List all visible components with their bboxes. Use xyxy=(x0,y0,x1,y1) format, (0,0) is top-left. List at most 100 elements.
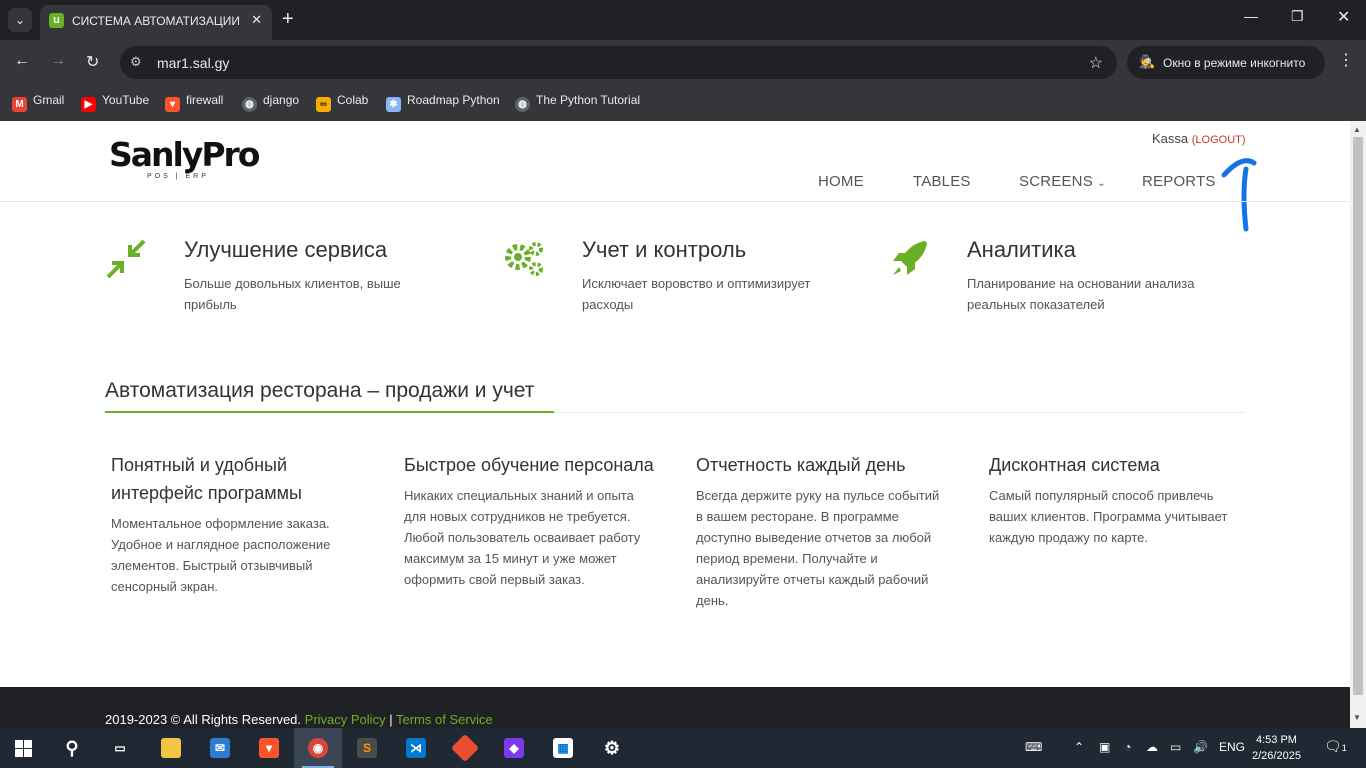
bookmark-roadmap-python[interactable]: ✱ Roadmap Python xyxy=(386,93,500,112)
gears-icon xyxy=(505,242,543,276)
reload-icon[interactable]: ↻ xyxy=(86,52,99,72)
section-title: Автоматизация ресторана – продажи и учет xyxy=(105,379,535,402)
bookmark-firewall[interactable]: ▾ firewall xyxy=(165,93,223,112)
user-area: Kassa (LOGOUT) xyxy=(1152,131,1246,146)
incognito-indicator[interactable]: 🕵 Окно в режиме инкогнито xyxy=(1127,46,1325,79)
back-icon[interactable]: ← xyxy=(14,52,30,70)
chrome-icon: ◉ xyxy=(308,738,328,758)
clock[interactable]: 4:53 PM 2/26/2025 xyxy=(1252,732,1301,764)
nav-screens[interactable]: SCREENS ⌄ xyxy=(1019,173,1106,190)
notification-icon[interactable]: 🗨1 xyxy=(1324,738,1347,755)
page-scrollbar[interactable]: ▲ ▼ xyxy=(1350,121,1366,728)
compress-arrows-icon xyxy=(106,239,146,279)
incognito-icon: 🕵 xyxy=(1139,54,1156,69)
taskbar-sublime[interactable]: S xyxy=(343,728,391,768)
task-view-icon: ▭ xyxy=(114,741,126,755)
info-column: Отчетность каждый день Всегда держите ру… xyxy=(696,451,946,611)
taskbar-store[interactable]: ▦ xyxy=(539,728,587,768)
youtube-icon: ▶ xyxy=(81,97,96,112)
site-logo[interactable]: SanlyPro POS | ERP xyxy=(109,135,260,180)
bookmark-star-icon[interactable]: ☆ xyxy=(1089,53,1103,73)
taskbar-obsidian[interactable]: ◆ xyxy=(490,728,538,768)
scroll-down-icon[interactable]: ▼ xyxy=(1353,713,1361,722)
bookmark-label: django xyxy=(263,93,300,107)
taskbar-file-explorer[interactable] xyxy=(147,728,195,768)
nav-reports[interactable]: REPORTS xyxy=(1142,173,1216,190)
close-tab-icon[interactable]: ✕ xyxy=(251,12,262,28)
bookmark-youtube[interactable]: ▶ YouTube xyxy=(81,93,150,112)
bookmarks-bar: M Gmail ▶ YouTube ▾ firewall ◍ django ∞ Colab… xyxy=(0,84,1366,121)
tray-app-icon[interactable]: ▣ xyxy=(1099,740,1110,754)
column-description: Никаких специальных знаний и опыта для н… xyxy=(404,488,641,587)
browser-menu-icon[interactable]: ⋮ xyxy=(1338,50,1354,70)
obsidian-icon: ◆ xyxy=(504,738,524,758)
minimize-icon[interactable]: — xyxy=(1244,8,1258,24)
url-text: mar1.sal.gy xyxy=(157,55,230,71)
new-tab-button[interactable]: + xyxy=(282,8,294,30)
scroll-up-icon[interactable]: ▲ xyxy=(1353,125,1361,134)
taskbar-mail[interactable]: ✉ xyxy=(196,728,244,768)
terms-of-service-link[interactable]: Terms of Service xyxy=(396,712,493,727)
sublime-icon: S xyxy=(357,738,377,758)
feature-description: Исключает воровство и оптимизирует расхо… xyxy=(582,276,811,312)
windows-logo-icon xyxy=(15,740,32,757)
incognito-label: Окно в режиме инкогнито xyxy=(1163,56,1306,70)
bookmark-colab[interactable]: ∞ Colab xyxy=(316,93,368,112)
language-indicator[interactable]: ENG xyxy=(1219,740,1245,754)
scrollbar-thumb[interactable] xyxy=(1353,137,1363,695)
feature-title: Улучшение сервиса xyxy=(184,237,388,262)
taskbar-chrome[interactable]: ◉ xyxy=(294,728,342,768)
column-title: Дисконтная система xyxy=(989,455,1160,475)
taskbar-brave[interactable]: ▾ xyxy=(245,728,293,768)
wifi-icon[interactable]: ◔ xyxy=(1124,740,1131,754)
nav-screens-label: SCREENS xyxy=(1019,173,1093,190)
chevron-up-icon[interactable]: ⌃ xyxy=(1074,740,1084,754)
folder-icon xyxy=(161,738,181,758)
bookmark-django[interactable]: ◍ django xyxy=(242,93,300,112)
battery-icon[interactable]: ▭ xyxy=(1170,740,1181,754)
search-button[interactable]: ⚲ xyxy=(48,728,96,768)
close-window-icon[interactable]: ✕ xyxy=(1337,7,1350,27)
volume-icon[interactable]: 🔊 xyxy=(1193,740,1208,754)
keyboard-icon[interactable]: ⌨ xyxy=(1025,740,1042,754)
colab-icon: ∞ xyxy=(316,97,331,112)
task-view-button[interactable]: ▭ xyxy=(96,728,144,768)
site-info-icon[interactable]: ⚙ xyxy=(130,54,142,70)
section-accent-line xyxy=(105,411,554,413)
onedrive-icon[interactable]: ☁ xyxy=(1146,740,1158,754)
feature-description: Планирование на основании анализа реальн… xyxy=(967,276,1195,312)
bookmark-label: The Python Tutorial xyxy=(536,93,641,107)
site-favicon-icon: u xyxy=(49,13,64,28)
logout-link[interactable]: (LOGOUT) xyxy=(1192,134,1246,146)
info-column: Понятный и удобный интерфейс программы М… xyxy=(111,451,361,597)
footer-text: 2019-2023 © All Rights Reserved. Privacy… xyxy=(105,712,493,727)
nav-tables[interactable]: TABLES xyxy=(913,173,971,190)
brave-icon: ▾ xyxy=(259,738,279,758)
privacy-policy-link[interactable]: Privacy Policy xyxy=(305,712,386,727)
mail-icon: ✉ xyxy=(210,738,230,758)
logo-text: SanlyPro xyxy=(109,135,260,174)
tab-search-button[interactable]: ⌄ xyxy=(8,8,32,32)
restore-icon[interactable]: ❐ xyxy=(1291,8,1304,25)
bookmark-python-tutorial[interactable]: ◍ The Python Tutorial xyxy=(515,93,641,112)
browser-tabstrip: ⌄ u СИСТЕМА АВТОМАТИЗАЦИИ ✕ + — ❐ ✕ xyxy=(0,0,1366,40)
bookmark-gmail[interactable]: M Gmail xyxy=(12,93,64,112)
browser-toolbar: ← → ↻ ⚙ mar1.sal.gy ☆ 🕵 Окно в режиме ин… xyxy=(0,40,1366,84)
address-bar[interactable]: ⚙ mar1.sal.gy ☆ xyxy=(120,46,1117,79)
feature-title: Аналитика xyxy=(967,237,1076,262)
gmail-icon: M xyxy=(12,97,27,112)
bookmark-label: YouTube xyxy=(102,93,150,107)
forward-icon[interactable]: → xyxy=(50,52,66,70)
start-button[interactable] xyxy=(0,728,48,768)
taskbar-git[interactable] xyxy=(441,728,489,768)
windows-taskbar: ⚲ ▭ ✉ ▾ ◉ S ⋊ ◆ ▦ ⚙ ⌨ ⌃ ▣ ◔ ☁ ▭ 🔊 ENG 4:… xyxy=(0,728,1366,768)
browser-tab[interactable]: u СИСТЕМА АВТОМАТИЗАЦИИ ✕ xyxy=(40,5,272,40)
copyright-text: 2019-2023 © All Rights Reserved. xyxy=(105,712,302,727)
nav-home[interactable]: HOME xyxy=(818,173,864,190)
feature-title: Учет и контроль xyxy=(582,237,747,262)
taskbar-settings[interactable]: ⚙ xyxy=(588,728,636,768)
taskbar-vscode[interactable]: ⋊ xyxy=(392,728,440,768)
info-column: Быстрое обучение персонала Никаких специ… xyxy=(404,451,654,590)
notification-count: 1 xyxy=(1341,743,1347,753)
roadmap-icon: ✱ xyxy=(386,97,401,112)
